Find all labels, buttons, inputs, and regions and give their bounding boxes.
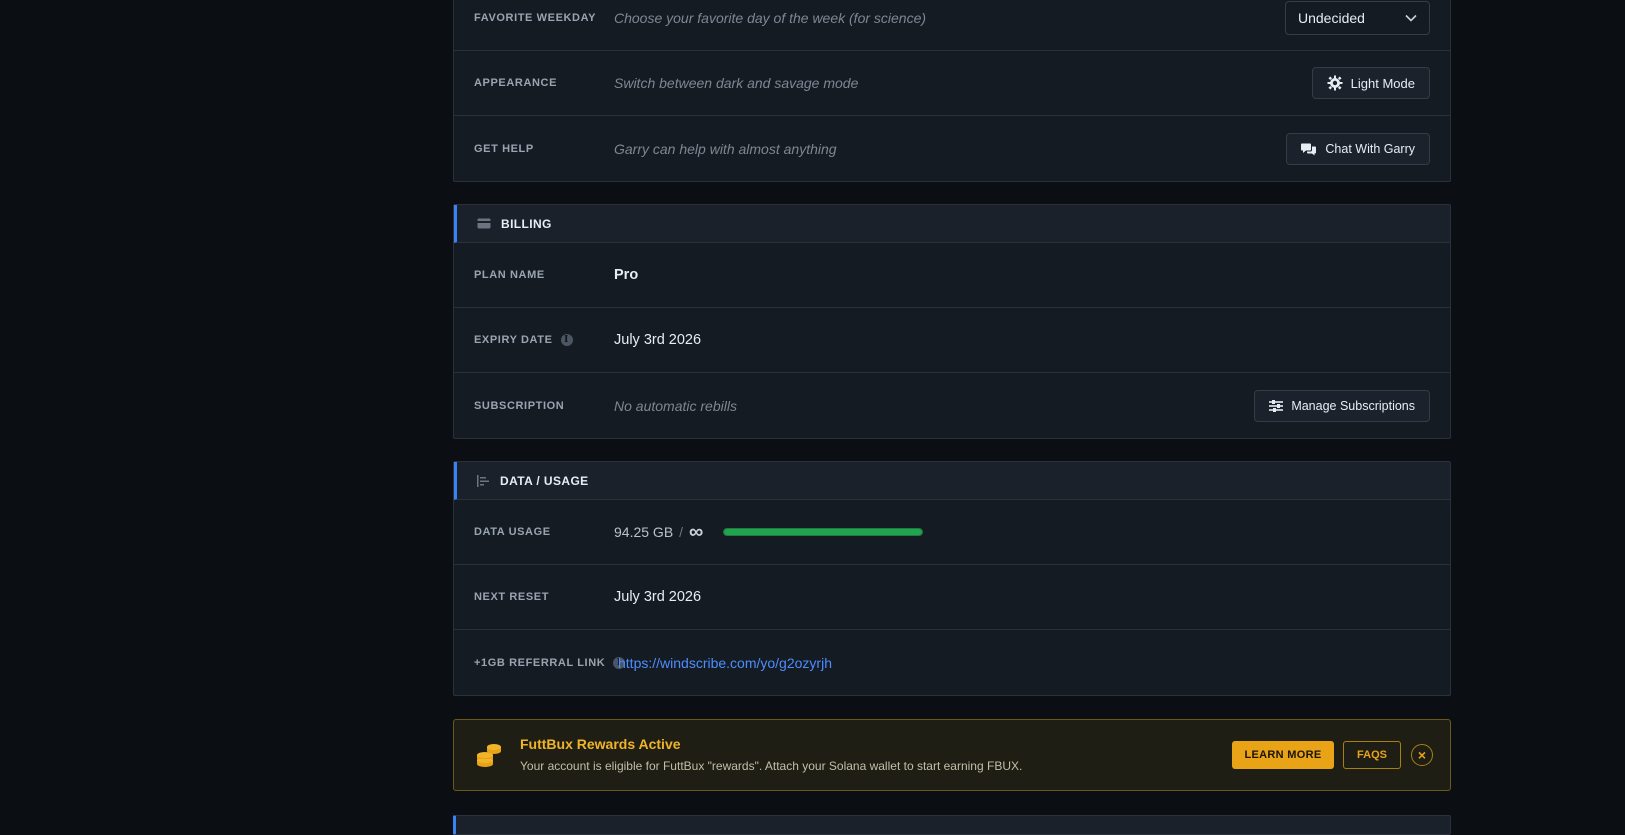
next-reset-value: July 3rd 2026 [614,589,702,605]
light-mode-button-label: Light Mode [1350,75,1415,91]
next-reset-label: NEXT RESET [474,591,550,603]
favorite-weekday-row: FAVORITE WEEKDAY Choose your favorite da… [454,0,1450,51]
expiry-date-row: EXPIRY DATE i July 3rd 2026 [454,308,1450,373]
expiry-date-label: EXPIRY DATE i [474,334,573,346]
referral-row: +1GB REFERRAL LINK i https://windscribe.… [454,630,1450,695]
get-help-row: GET HELP Garry can help with almost anyt… [454,116,1450,181]
data-usage-title: DATA / USAGE [500,473,589,488]
appearance-description: Switch between dark and savage mode [614,75,859,91]
billing-card: BILLING PLAN NAME Pro EXPIRY DATE i July… [453,204,1451,439]
light-mode-button[interactable]: Light Mode [1311,67,1430,99]
data-used: 94.25 GB [614,524,674,540]
close-icon: × [1417,747,1427,763]
data-usage-card: DATA / USAGE DATA USAGE 94.25 GB / ∞ NEX… [453,461,1451,696]
subscription-row: SUBSCRIPTION No automatic rebills Manage… [454,373,1450,438]
manage-subscriptions-label: Manage Subscriptions [1291,398,1415,413]
data-usage-label: DATA USAGE [474,526,551,538]
billing-header: BILLING [454,205,1450,243]
chevron-down-icon [1405,14,1417,22]
chat-with-garry-button[interactable]: Chat With Garry [1286,132,1430,165]
plan-name-label: PLAN NAME [474,269,545,281]
chart-bars-icon [477,474,489,487]
banner-title: FuttBux Rewards Active [520,736,681,752]
manage-subscriptions-button[interactable]: Manage Subscriptions [1254,389,1430,422]
learn-more-button[interactable]: LEARN MORE [1232,741,1334,769]
futtbux-banner: FuttBux Rewards Active Your account is e… [453,719,1451,791]
gear-icon [1327,75,1343,91]
faqs-button[interactable]: FAQS [1343,741,1401,769]
chat-bubbles-icon [1301,143,1317,155]
weekday-select[interactable]: Undecided [1285,1,1430,35]
weekday-select-value: Undecided [1298,10,1365,26]
subscription-label: SUBSCRIPTION [474,399,565,412]
favorite-weekday-description: Choose your favorite day of the week (fo… [614,10,927,26]
data-usage-progress-bar [723,528,924,536]
referral-label-text: +1GB REFERRAL LINK [474,656,606,669]
data-usage-value: 94.25 GB / ∞ [614,521,924,543]
next-reset-row: NEXT RESET July 3rd 2026 [454,565,1450,630]
data-usage-header: DATA / USAGE [454,462,1450,500]
close-banner-button[interactable]: × [1411,744,1433,766]
plan-name-row: PLAN NAME Pro [454,243,1450,308]
banner-text: Your account is eligible for FuttBux "re… [520,759,1023,773]
preferences-card: FAVORITE WEEKDAY Choose your favorite da… [453,0,1451,182]
billing-title: BILLING [501,216,552,231]
get-help-label: GET HELP [474,142,534,155]
credit-card-icon [477,218,491,229]
coins-icon [477,744,501,767]
expiry-date-value: July 3rd 2026 [614,332,702,348]
favorite-weekday-label: FAVORITE WEEKDAY [474,12,597,24]
data-limit: ∞ [689,521,704,543]
info-icon[interactable]: i [560,334,573,346]
next-section-card [453,815,1451,835]
appearance-row: APPEARANCE Switch between dark and savag… [454,51,1450,116]
data-separator: / [679,524,684,540]
data-usage-progress-fill [724,529,923,535]
get-help-description: Garry can help with almost anything [614,140,837,157]
referral-link[interactable]: https://windscribe.com/yo/g2ozyrjh [618,655,832,671]
subscription-description: No automatic rebills [614,397,737,414]
appearance-label: APPEARANCE [474,77,558,89]
expiry-date-label-text: EXPIRY DATE [474,334,553,346]
data-usage-row: DATA USAGE 94.25 GB / ∞ [454,500,1450,565]
sliders-icon [1269,399,1284,412]
chat-with-garry-button-label: Chat With Garry [1325,141,1415,156]
plan-name-value: Pro [614,267,639,283]
referral-label: +1GB REFERRAL LINK i [474,656,626,669]
